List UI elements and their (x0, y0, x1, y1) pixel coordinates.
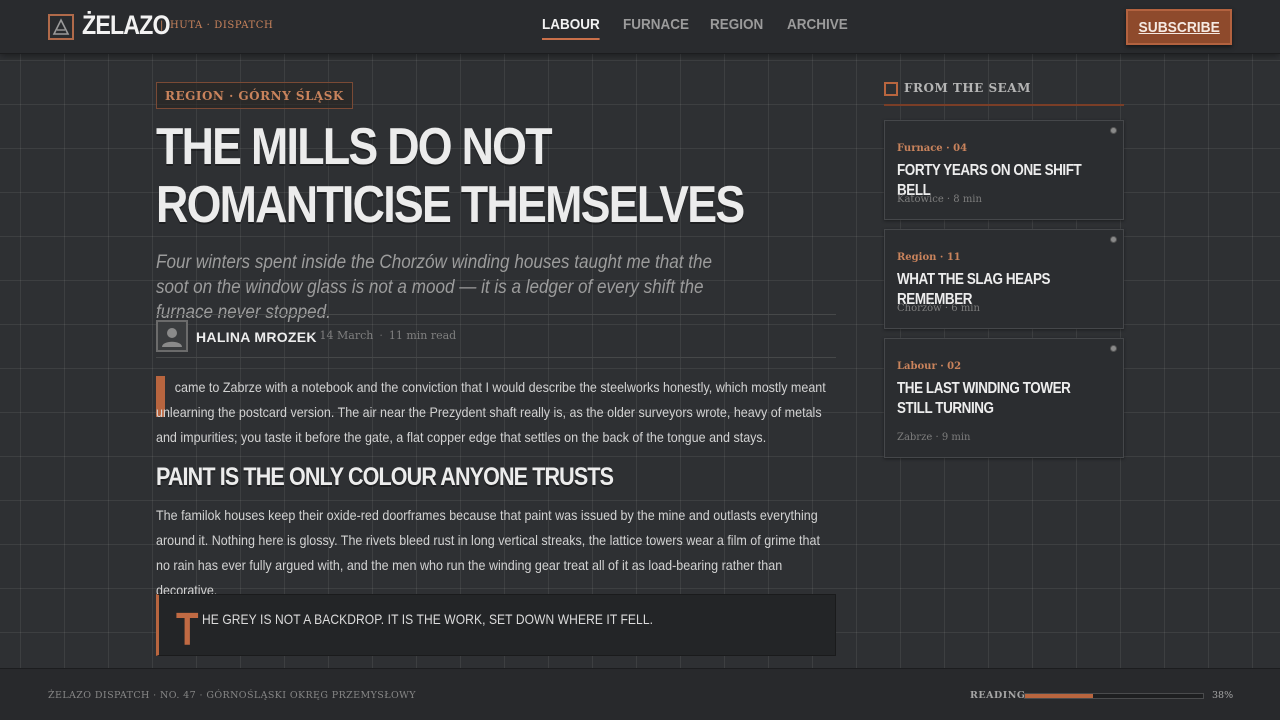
reading-progress-bar (1024, 693, 1204, 699)
article-headline: THE MILLS DO NOT ROMANTICISE THEMSELVES (156, 118, 745, 234)
nav-item-archive[interactable]: ARCHIVE (787, 16, 848, 33)
card-meta: Katowice · 8 min (897, 194, 982, 205)
avatar[interactable] (156, 320, 188, 352)
nav-item-labour[interactable]: LABOUR (542, 16, 600, 40)
rivet-icon (1110, 127, 1117, 134)
paragraph-1: came to Zabrze with a notebook and the c… (156, 379, 826, 445)
article-meta: · 14 March · 11 min read (310, 329, 457, 342)
pull-quote-text: HE GREY IS NOT A BACKDROP. IT IS THE WOR… (202, 611, 654, 627)
reading-percent: 38% (1212, 690, 1234, 701)
reading-label: READING (970, 690, 1026, 701)
subscribe-button[interactable]: SUBSCRIBE (1126, 9, 1232, 45)
pull-quote-cap: T (176, 603, 199, 655)
byline: HALINA MROZEK · 14 March · 11 min read (156, 314, 836, 358)
nav-item-region[interactable]: REGION (710, 16, 763, 33)
card-meta: Chorzów · 6 min (897, 303, 980, 314)
card-title: THE LAST WINDING TOWER STILL TURNING (897, 380, 1071, 417)
sidebar-title: FROM THE SEAM (904, 81, 1031, 95)
article-kicker[interactable]: REGION · GÓRNY ŚLĄSK (156, 82, 353, 109)
article-date: 14 March (319, 329, 374, 342)
rivet-icon (1110, 236, 1117, 243)
primary-nav: LABOUR FURNACE REGION ARCHIVE (0, 16, 1280, 46)
card-category: Labour · 02 (897, 361, 962, 372)
pull-quote: T HE GREY IS NOT A BACKDROP. IT IS THE W… (156, 594, 836, 656)
card-category: Furnace · 04 (897, 143, 968, 154)
sidebar-card[interactable]: Labour · 02 THE LAST WINDING TOWER STILL… (884, 338, 1124, 458)
sidebar-card[interactable]: Furnace · 04 FORTY YEARS ON ONE SHIFT BE… (884, 120, 1124, 220)
paragraph-2: The familok houses keep their oxide-red … (156, 507, 820, 598)
footer-issue: ŻELAZO DISPATCH · NO. 47 · GÓRNOŚLĄSKI O… (48, 690, 416, 701)
sidebar-card[interactable]: Region · 11 WHAT THE SLAG HEAPS REMEMBER… (884, 229, 1124, 329)
square-icon (884, 82, 898, 96)
user-silhouette-icon (162, 328, 182, 347)
site-footer: ŻELAZO DISPATCH · NO. 47 · GÓRNOŚLĄSKI O… (0, 668, 1280, 720)
author-name[interactable]: HALINA MROZEK (196, 329, 317, 345)
sidebar-heading: FROM THE SEAM (884, 80, 1124, 106)
rivet-icon (1110, 345, 1117, 352)
site-header: ŻELAZO | HUTA · DISPATCH LABOUR FURNACE R… (0, 0, 1280, 54)
card-meta: Zabrze · 9 min (897, 432, 971, 443)
card-category: Region · 11 (897, 252, 961, 263)
nav-item-furnace[interactable]: FURNACE (623, 16, 689, 33)
reading-progress-fill (1025, 694, 1093, 698)
article-subhead: PAINT IS THE ONLY COLOUR ANYONE TRUSTS (156, 463, 614, 491)
article-read-time: 11 min read (388, 329, 457, 342)
